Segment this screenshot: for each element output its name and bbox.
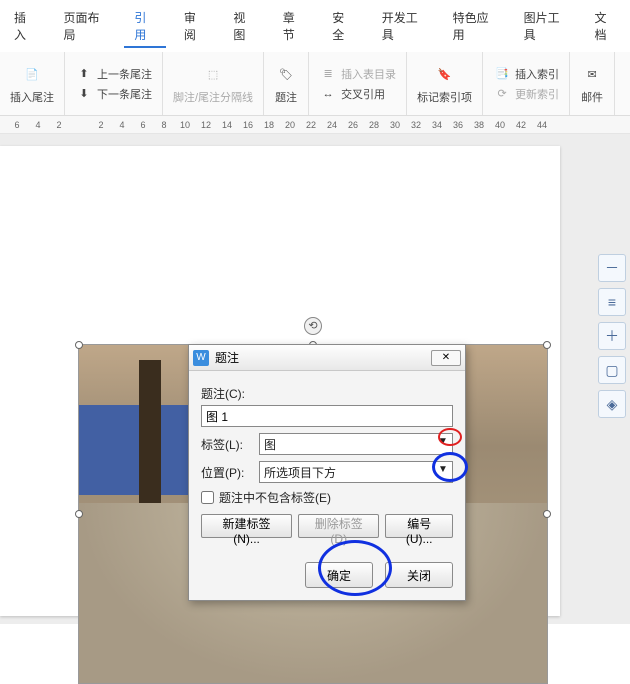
exclude-checkbox-input[interactable]	[201, 491, 214, 504]
insert-index-icon: 📑	[493, 65, 511, 83]
side-toolbar: － ≡ ＋ ▢ ◈	[598, 254, 626, 418]
ribbon-tabs: 插入 页面布局 引用 审阅 视图 章节 安全 开发工具 特色应用 图片工具 文档	[0, 0, 630, 52]
handle-e[interactable]	[543, 510, 551, 518]
update-index-button: ⟳更新索引	[493, 85, 559, 103]
insert-endnote-button[interactable]: 📄 插入尾注	[10, 63, 54, 105]
app-logo-icon: W	[193, 350, 209, 366]
chevron-down-icon: ▼	[435, 436, 451, 452]
insert-index-label: 插入索引	[515, 66, 559, 82]
tab-references[interactable]: 引用	[124, 6, 165, 48]
numbering-button[interactable]: 编号(U)...	[385, 514, 453, 538]
crossref-button[interactable]: ↔交叉引用	[319, 85, 396, 103]
handle-ne[interactable]	[543, 341, 551, 349]
cancel-button[interactable]: 关闭	[385, 562, 453, 588]
position-value: 所选项目下方	[264, 464, 336, 481]
tof-label: 插入表目录	[341, 66, 396, 82]
xref-icon: ↔	[319, 85, 337, 103]
prev-endnote-button[interactable]: ⬆上一条尾注	[75, 65, 152, 83]
tab-doc[interactable]: 文档	[585, 6, 626, 48]
insert-endnote-label: 插入尾注	[10, 89, 54, 105]
position-label: 位置(P):	[201, 464, 253, 481]
caption-dialog: W 题注 ✕ 题注(C): 标签(L): 图 ▼ 位置(P): 所选项目下方 ▼	[188, 344, 466, 601]
prev-endnote-label: 上一条尾注	[97, 66, 152, 82]
ribbon: 📄 插入尾注 ⬆上一条尾注 ⬇下一条尾注 ⬚ 脚注/尾注分隔线 🏷 题注 ≣插入…	[0, 52, 630, 116]
crop-button[interactable]: ▢	[598, 356, 626, 384]
exclude-label-text: 题注中不包含标签(E)	[219, 489, 331, 506]
tab-layout[interactable]: 页面布局	[53, 6, 116, 48]
new-tag-button[interactable]: 新建标签(N)...	[201, 514, 292, 538]
dialog-titlebar[interactable]: W 题注 ✕	[189, 345, 465, 371]
tab-view[interactable]: 视图	[223, 6, 264, 48]
ruler: 6 4 2 2 4 6 8 10 12 14 16 18 20 22 24 26…	[0, 116, 630, 134]
zoom-out-button[interactable]: －	[598, 254, 626, 282]
dialog-title: 题注	[215, 349, 239, 366]
mark-index-label: 标记索引项	[417, 89, 472, 105]
separator-button: ⬚ 脚注/尾注分隔线	[173, 63, 253, 105]
mark-index-button[interactable]: 🔖 标记索引项	[417, 63, 472, 105]
select-button[interactable]: ◈	[598, 390, 626, 418]
dialog-close-button[interactable]: ✕	[431, 350, 461, 366]
separator-label: 脚注/尾注分隔线	[173, 89, 253, 105]
tab-security[interactable]: 安全	[322, 6, 363, 48]
zoom-in-button[interactable]: ＋	[598, 322, 626, 350]
tab-picture-tools[interactable]: 图片工具	[514, 6, 577, 48]
caption-label: 题注	[275, 89, 297, 105]
tof-icon: ≣	[319, 65, 337, 83]
tab-insert[interactable]: 插入	[4, 6, 45, 48]
tab-devtools[interactable]: 开发工具	[372, 6, 435, 48]
tab-featured[interactable]: 特色应用	[443, 6, 506, 48]
separator-icon: ⬚	[201, 63, 225, 87]
mail-icon: ✉	[580, 63, 604, 87]
next-endnote-button[interactable]: ⬇下一条尾注	[75, 85, 152, 103]
prev-icon: ⬆	[75, 65, 93, 83]
endnote-icon: 📄	[20, 63, 44, 87]
rotate-handle[interactable]: ⟲	[304, 317, 322, 335]
ok-button[interactable]: 确定	[305, 562, 373, 588]
outline-button[interactable]: ≡	[598, 288, 626, 316]
tag-value: 图	[264, 436, 276, 453]
tab-chapter[interactable]: 章节	[273, 6, 314, 48]
mail-button[interactable]: ✉ 邮件	[580, 63, 604, 105]
insert-index-button[interactable]: 📑插入索引	[493, 65, 559, 83]
update-index-label: 更新索引	[515, 86, 559, 102]
update-index-icon: ⟳	[493, 85, 511, 103]
xref-label: 交叉引用	[341, 86, 385, 102]
position-select[interactable]: 所选项目下方 ▼	[259, 461, 453, 483]
exclude-label-checkbox[interactable]: 题注中不包含标签(E)	[201, 489, 453, 506]
chevron-down-icon: ▼	[435, 464, 451, 480]
handle-nw[interactable]	[75, 341, 83, 349]
tag-select[interactable]: 图 ▼	[259, 433, 453, 455]
caption-input[interactable]	[201, 405, 453, 427]
mail-label: 邮件	[581, 89, 603, 105]
tag-label: 标签(L):	[201, 436, 253, 453]
caption-icon: 🏷	[274, 63, 298, 87]
insert-tof-button: ≣插入表目录	[319, 65, 396, 83]
tab-review[interactable]: 审阅	[174, 6, 215, 48]
caption-button[interactable]: 🏷 题注	[274, 63, 298, 105]
caption-field-label: 题注(C):	[201, 385, 453, 402]
next-icon: ⬇	[75, 85, 93, 103]
document-canvas: ⟲ － ≡ ＋ ▢ ◈ W 题注 ✕ 题注(C): 标签(L): 图 ▼	[0, 134, 630, 624]
handle-w[interactable]	[75, 510, 83, 518]
delete-tag-button: 删除标签(D)	[298, 514, 379, 538]
next-endnote-label: 下一条尾注	[97, 86, 152, 102]
mark-index-icon: 🔖	[433, 63, 457, 87]
